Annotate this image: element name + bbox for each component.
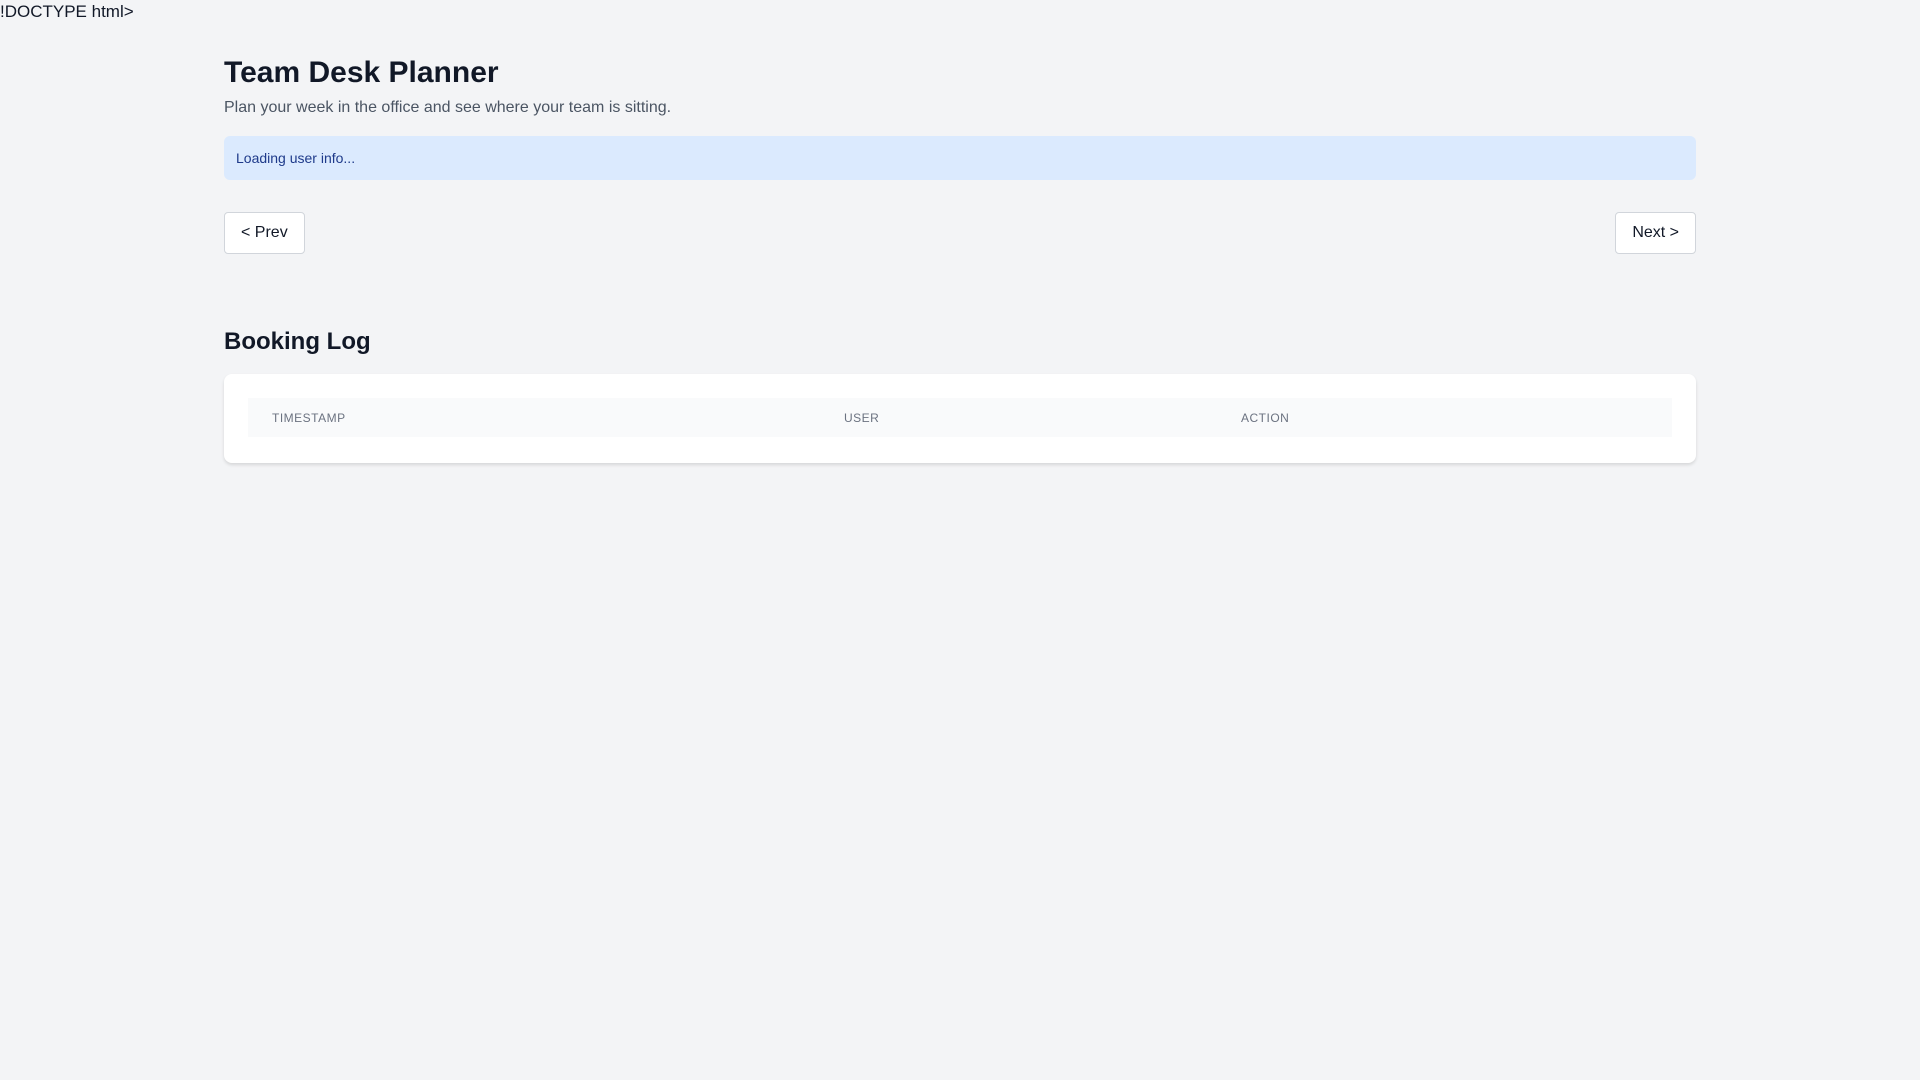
status-message: Loading user info...	[236, 150, 356, 166]
booking-log-table: TIMESTAMP USER ACTION	[248, 398, 1672, 437]
table-header-row: TIMESTAMP USER ACTION	[248, 398, 1672, 437]
page-subtitle: Plan your week in the office and see whe…	[224, 99, 672, 116]
status-banner: Loading user info...	[224, 136, 1696, 180]
booking-log-card: TIMESTAMP USER ACTION	[224, 374, 1696, 463]
column-header-timestamp: TIMESTAMP	[248, 398, 820, 437]
week-navigation: < Prev Next >	[224, 212, 1696, 254]
page-title: Team Desk Planner	[224, 56, 499, 89]
next-week-button[interactable]: Next >	[1615, 212, 1696, 254]
prev-week-button[interactable]: < Prev	[224, 212, 305, 254]
doctype-text-artifact: !DOCTYPE html>	[0, 2, 134, 21]
column-header-action: ACTION	[1217, 398, 1672, 437]
column-header-user: USER	[820, 398, 1217, 437]
booking-log-title: Booking Log	[224, 328, 371, 355]
